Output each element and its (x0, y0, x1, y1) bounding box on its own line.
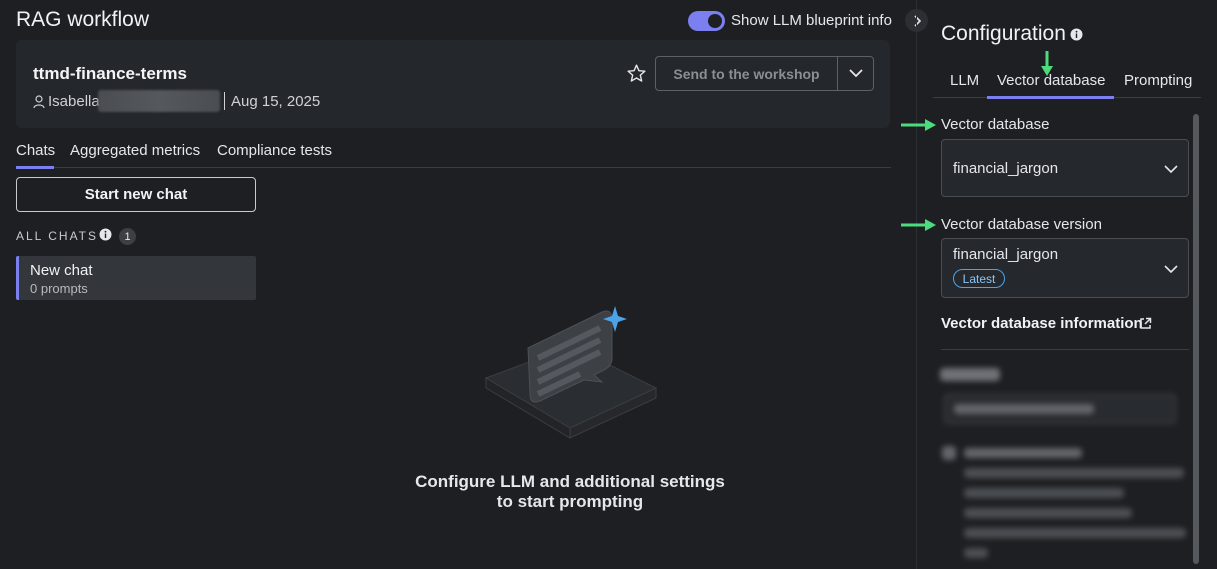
annotation-arrow-right-icon (901, 119, 936, 131)
active-tab-indicator (16, 166, 54, 169)
chat-illustration (484, 306, 658, 439)
user-icon (33, 95, 45, 109)
all-chats-heading: ALL CHATS (16, 229, 99, 243)
chat-prompt-count: 0 prompts (30, 281, 88, 296)
info-icon[interactable] (1070, 28, 1083, 41)
annotation-arrow-down-icon (1041, 51, 1053, 76)
meta-divider (224, 92, 225, 110)
tab-compliance-tests[interactable]: Compliance tests (217, 142, 332, 159)
section-divider (941, 349, 1189, 350)
annotation-arrow-right-icon (901, 219, 936, 231)
panel-divider (916, 0, 917, 569)
toggle-knob (708, 14, 722, 28)
vector-database-information-link[interactable]: Vector database information (941, 315, 1143, 332)
star-icon[interactable] (626, 63, 647, 84)
blueprint-info-toggle-label: Show LLM blueprint info (731, 12, 892, 29)
start-new-chat-button[interactable]: Start new chat (16, 177, 256, 212)
latest-badge: Latest (953, 269, 1005, 288)
page-title: RAG workflow (16, 8, 150, 31)
configuration-title: Configuration (941, 22, 1066, 45)
blueprint-info-toggle[interactable] (688, 11, 725, 31)
blueprint-date: Aug 15, 2025 (231, 93, 321, 110)
send-to-workshop-button[interactable]: Send to the workshop (655, 56, 838, 91)
tab-prompting[interactable]: Prompting (1124, 72, 1192, 89)
chevron-down-icon (1164, 265, 1178, 274)
chat-count-badge: 1 (119, 228, 136, 245)
redacted-name (98, 90, 220, 112)
panel-scrollbar[interactable] (1193, 114, 1199, 564)
vector-database-label: Vector database (941, 116, 1050, 133)
empty-state-line-2: to start prompting (496, 492, 644, 511)
tab-aggregated-metrics[interactable]: Aggregated metrics (70, 142, 200, 159)
chat-title: New chat (30, 262, 93, 279)
owner-name: Isabella (48, 93, 100, 110)
chevron-down-icon (848, 69, 863, 78)
send-options-dropdown[interactable] (837, 56, 874, 91)
empty-state-line-1: Configure LLM and additional settings (415, 472, 725, 491)
info-icon[interactable] (99, 228, 112, 241)
tab-chats[interactable]: Chats (16, 142, 55, 159)
vector-database-value: financial_jargon (953, 160, 1059, 177)
tab-llm[interactable]: LLM (950, 72, 979, 89)
active-config-tab-indicator (987, 96, 1114, 99)
empty-state-message: Configure LLM and additional settings to… (400, 472, 740, 512)
blueprint-name: ttmd-finance-terms (33, 64, 187, 83)
vector-database-version-value: financial_jargon (953, 246, 1059, 263)
blurred-settings-region (936, 356, 1190, 569)
tabs-divider (16, 167, 891, 168)
external-link-icon[interactable] (1139, 317, 1152, 330)
chevron-down-icon (1164, 165, 1178, 174)
vector-database-version-label: Vector database version (941, 216, 1102, 233)
